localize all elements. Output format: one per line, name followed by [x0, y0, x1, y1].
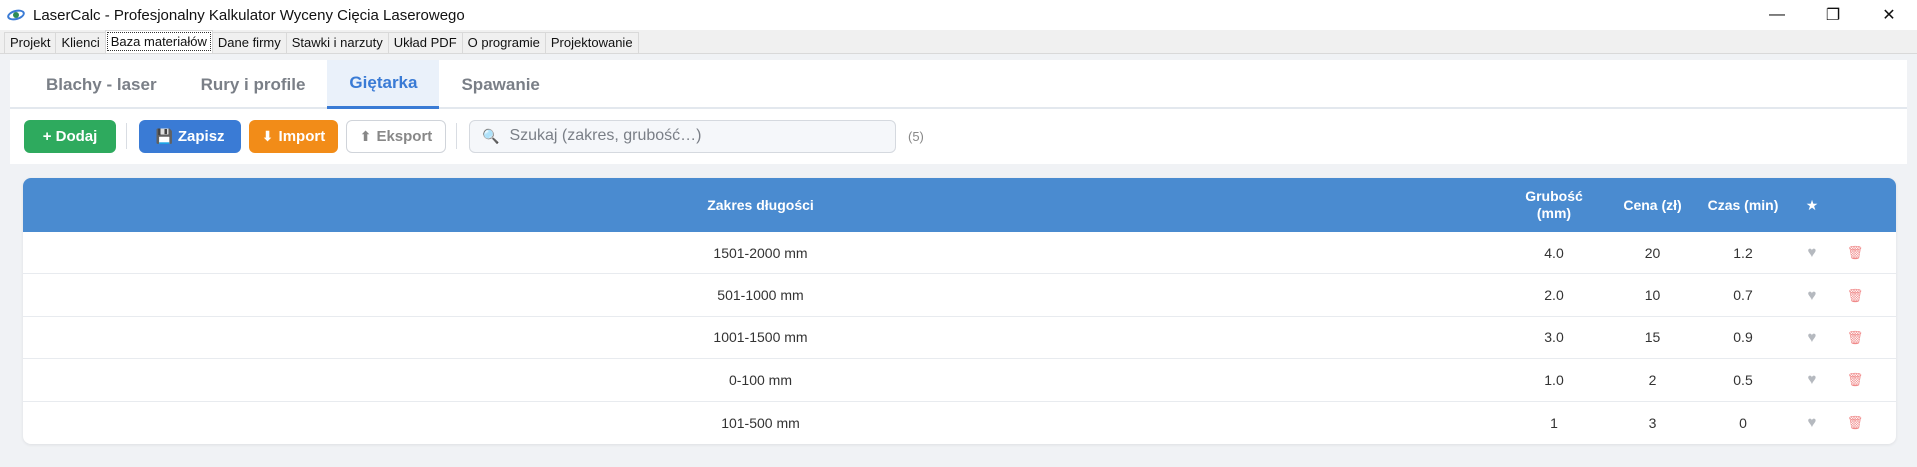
- cell-range[interactable]: 101-500 mm: [23, 415, 1498, 431]
- title-bar: LaserCalc - Profesjonalny Kalkulator Wyc…: [0, 0, 1917, 30]
- delete-trash-icon[interactable]: 🗑: [1847, 415, 1864, 430]
- cell-thickness[interactable]: 2.0: [1498, 287, 1610, 303]
- cell-thickness[interactable]: 4.0: [1498, 245, 1610, 261]
- tab-baza-materialow[interactable]: Baza materiałów: [104, 30, 213, 53]
- cell-price[interactable]: 2: [1610, 372, 1695, 388]
- cell-price[interactable]: 15: [1610, 329, 1695, 345]
- cell-range[interactable]: 501-1000 mm: [23, 287, 1498, 303]
- cell-time[interactable]: 0.5: [1695, 372, 1791, 388]
- import-button-label: Import: [278, 127, 326, 145]
- header-range[interactable]: Zakres długości: [23, 197, 1498, 213]
- add-button[interactable]: + Dodaj: [24, 119, 116, 153]
- cell-range[interactable]: 0-100 mm: [23, 372, 1498, 388]
- header-thickness[interactable]: Grubość (mm): [1498, 188, 1610, 222]
- tab-projekt[interactable]: Projekt: [4, 32, 57, 53]
- cell-price[interactable]: 10: [1610, 287, 1695, 303]
- tab-dane-firmy[interactable]: Dane firmy: [211, 32, 287, 53]
- tab-projektowanie[interactable]: Projektowanie: [544, 32, 639, 53]
- material-sub-tabs: Blachy - laser Rury i profile Giętarka S…: [10, 60, 1907, 109]
- close-button[interactable]: ✕: [1861, 0, 1917, 30]
- table-row[interactable]: 1501-2000 mm 4.0 20 1.2 ♥ 🗑: [23, 232, 1896, 275]
- subtab-spawanie[interactable]: Spawanie: [439, 60, 561, 109]
- favorite-heart-icon[interactable]: ♥: [1808, 244, 1817, 261]
- cell-time[interactable]: 0.9: [1695, 329, 1791, 345]
- result-count: (5): [908, 128, 924, 144]
- export-button[interactable]: ⬆ Eksport: [346, 119, 446, 153]
- toolbar: + Dodaj 💾 Zapisz ⬇ Import ⬆ Eksport 🔍 Sz…: [24, 118, 924, 154]
- header-thickness-line1: Grubość: [1525, 188, 1583, 204]
- delete-trash-icon[interactable]: 🗑: [1847, 372, 1864, 387]
- subtab-gietarka[interactable]: Giętarka: [327, 60, 440, 109]
- favorite-heart-icon[interactable]: ♥: [1808, 329, 1817, 346]
- tab-uklad-pdf[interactable]: Układ PDF: [387, 32, 463, 53]
- toolbar-divider: [126, 123, 127, 149]
- favorite-heart-icon[interactable]: ♥: [1808, 414, 1817, 431]
- header-favorite-star-icon[interactable]: ★: [1791, 197, 1833, 214]
- import-button[interactable]: ⬇ Import: [249, 119, 338, 153]
- table-row[interactable]: 101-500 mm 1 3 0 ♥ 🗑: [23, 402, 1896, 444]
- main-tab-bar: Projekt Klienci Baza materiałów Dane fir…: [0, 30, 1917, 54]
- delete-trash-icon[interactable]: 🗑: [1847, 245, 1864, 260]
- cell-thickness[interactable]: 1: [1498, 415, 1610, 431]
- export-button-label: Eksport: [376, 127, 433, 145]
- cell-thickness[interactable]: 3.0: [1498, 329, 1610, 345]
- favorite-heart-icon[interactable]: ♥: [1808, 287, 1817, 304]
- download-arrow-icon: ⬇: [261, 127, 274, 144]
- tab-o-programie[interactable]: O programie: [461, 32, 546, 53]
- favorite-heart-icon[interactable]: ♥: [1808, 371, 1817, 388]
- bending-rates-table: Zakres długości Grubość (mm) Cena (zł) C…: [23, 178, 1896, 444]
- subtab-rury-i-profile[interactable]: Rury i profile: [179, 60, 328, 109]
- minimize-button[interactable]: —: [1749, 0, 1805, 30]
- delete-trash-icon[interactable]: 🗑: [1847, 330, 1864, 345]
- cell-thickness[interactable]: 1.0: [1498, 372, 1610, 388]
- laser-app-icon: [6, 7, 26, 23]
- table-row[interactable]: 1001-1500 mm 3.0 15 0.9 ♥ 🗑: [23, 317, 1896, 360]
- cell-price[interactable]: 20: [1610, 245, 1695, 261]
- table-header: Zakres długości Grubość (mm) Cena (zł) C…: [23, 178, 1896, 232]
- header-time[interactable]: Czas (min): [1695, 197, 1791, 213]
- header-thickness-line2: (mm): [1536, 205, 1572, 221]
- save-button[interactable]: 💾 Zapisz: [139, 119, 241, 153]
- search-icon: 🔍: [482, 127, 500, 144]
- floppy-disk-icon: 💾: [155, 127, 173, 144]
- table-row[interactable]: 0-100 mm 1.0 2 0.5 ♥ 🗑: [23, 359, 1896, 402]
- tab-stawki-i-narzuty[interactable]: Stawki i narzuty: [285, 32, 389, 53]
- maximize-button[interactable]: ❐: [1805, 0, 1861, 30]
- table-row[interactable]: 501-1000 mm 2.0 10 0.7 ♥ 🗑: [23, 274, 1896, 317]
- save-button-label: Zapisz: [177, 127, 225, 145]
- cell-time[interactable]: 0: [1695, 415, 1791, 431]
- cell-range[interactable]: 1001-1500 mm: [23, 329, 1498, 345]
- upload-arrow-icon: ⬆: [359, 127, 372, 144]
- cell-price[interactable]: 3: [1610, 415, 1695, 431]
- subtab-blachy-laser[interactable]: Blachy - laser: [24, 60, 179, 109]
- cell-range[interactable]: 1501-2000 mm: [23, 245, 1498, 261]
- search-placeholder: Szukaj (zakres, grubość…): [509, 127, 702, 144]
- materials-panel: Blachy - laser Rury i profile Giętarka S…: [10, 60, 1907, 164]
- tab-klienci[interactable]: Klienci: [55, 32, 106, 53]
- window-title: LaserCalc - Profesjonalny Kalkulator Wyc…: [33, 6, 465, 24]
- header-price[interactable]: Cena (zł): [1610, 197, 1695, 213]
- delete-trash-icon[interactable]: 🗑: [1847, 288, 1864, 303]
- cell-time[interactable]: 1.2: [1695, 245, 1791, 261]
- cell-time[interactable]: 0.7: [1695, 287, 1791, 303]
- toolbar-divider: [456, 123, 457, 149]
- search-input[interactable]: 🔍 Szukaj (zakres, grubość…): [469, 119, 896, 153]
